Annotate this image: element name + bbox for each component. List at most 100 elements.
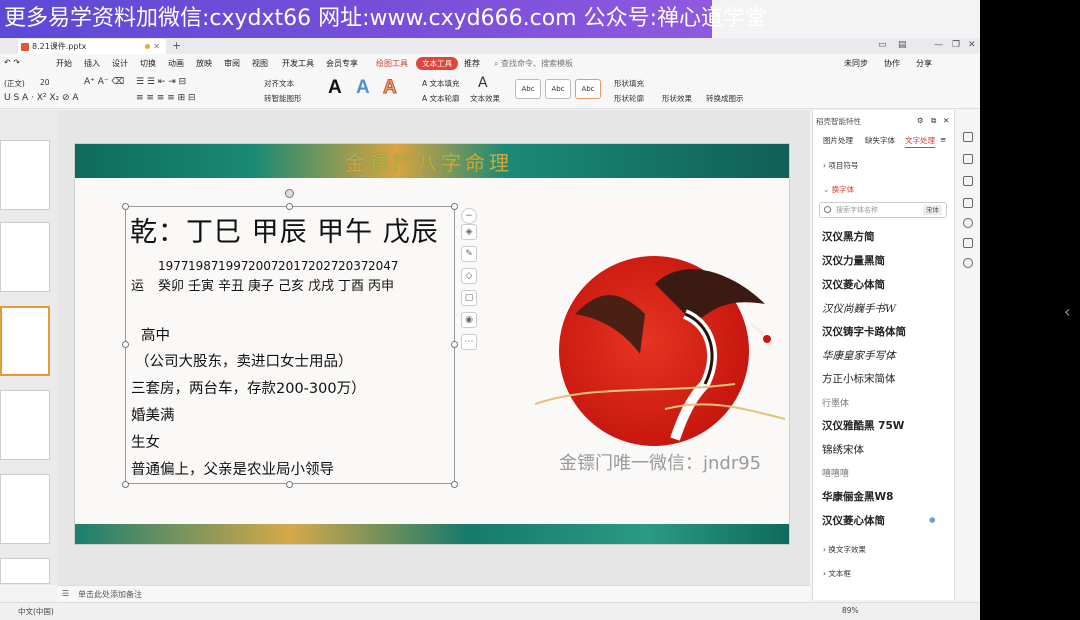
format-icons[interactable]: U S A · X² X₂ ⊘ A (4, 93, 79, 103)
rail-icon[interactable] (963, 198, 973, 208)
section-bullets[interactable]: › 项目符号 (823, 160, 858, 171)
rotate-handle-icon[interactable] (285, 189, 294, 198)
resize-handle[interactable] (122, 481, 129, 488)
minimize-button[interactable]: — (934, 38, 943, 53)
menu-member[interactable]: 会员专享 (326, 58, 358, 69)
font-option[interactable]: 汉仪力量黑简 (822, 253, 885, 268)
resize-handle[interactable] (122, 341, 129, 348)
close-tab-icon[interactable]: ✕ (153, 39, 160, 54)
section-change-font[interactable]: ⌄ 换字体 (823, 184, 854, 195)
layers-icon[interactable]: ◈ (461, 224, 477, 240)
help-icon[interactable] (963, 218, 973, 228)
font-option[interactable]: 汉仪菱心体简 (822, 513, 885, 528)
file-tab[interactable]: 8.21课件.pptx ✕ (18, 39, 166, 54)
border-icon[interactable]: ▢ (461, 290, 477, 306)
panel-close-icon[interactable]: ✕ (943, 116, 949, 125)
font-option[interactable]: 锦绣宋体 (822, 442, 864, 457)
font-option[interactable]: 汉仪雅酷黑 75W (822, 418, 904, 433)
slide-canvas[interactable]: 金镖門八字命理 乾：丁巳 甲辰 甲午 戊辰 197719871997200720… (74, 143, 790, 545)
menu-drawing-tools[interactable]: 绘图工具 (376, 58, 408, 69)
resize-handle[interactable] (286, 481, 293, 488)
font-option[interactable]: 汉仪铸字卡路体简 (822, 324, 906, 339)
share-button[interactable]: 分享 (916, 58, 932, 69)
resize-handle[interactable] (451, 481, 458, 488)
menu-review[interactable]: 审阅 (224, 58, 240, 69)
slide-thumb-3[interactable] (0, 306, 50, 376)
layout-icon[interactable]: ▭ (878, 38, 887, 53)
font-option[interactable]: 汉仪菱心体简 (822, 277, 885, 292)
menu-home[interactable]: 开始 (56, 58, 72, 69)
align-icons[interactable]: ≡ ≡ ≡ ≡ ⊞ ⊟ (136, 93, 196, 103)
resize-handle[interactable] (451, 203, 458, 210)
font-option[interactable]: 嘻嘻嘻 (822, 466, 849, 479)
align-text-button[interactable]: 对齐文本 (264, 78, 294, 89)
smartart-button[interactable]: 转智能图形 (264, 93, 302, 104)
fill-icon[interactable]: ◇ (461, 268, 477, 284)
text-style-orange[interactable]: A (383, 77, 398, 99)
text-style-blue[interactable]: A (356, 77, 370, 99)
location-icon[interactable] (963, 258, 973, 268)
slide-thumb-5[interactable] (0, 474, 50, 544)
notes-bar[interactable]: ☰ 单击此处添加备注 (58, 585, 810, 602)
shape-style-3[interactable]: Abc (575, 79, 601, 99)
shape-fill-button[interactable]: 形状填充 (614, 78, 644, 89)
shape-style-2[interactable]: Abc (545, 79, 571, 99)
tab-text[interactable]: 文字处理 (905, 135, 935, 148)
list-icons[interactable]: ☰ ☰ ⇤ ⇥ ⊟ (136, 77, 186, 87)
shape-effect-button[interactable]: 形状效果 (662, 93, 692, 104)
menu-transition[interactable]: 切换 (140, 58, 156, 69)
more-icon[interactable]: ⋯ (461, 334, 477, 350)
text-fill-button[interactable]: A 文本填充 (422, 78, 460, 89)
menu-view[interactable]: 视图 (252, 58, 268, 69)
pen-icon[interactable]: ✎ (461, 246, 477, 262)
shape-outline-button[interactable]: 形状轮廓 (614, 93, 644, 104)
slide-thumb-6[interactable] (0, 558, 50, 584)
close-button[interactable]: ✕ (968, 38, 976, 53)
menu-slideshow[interactable]: 放映 (196, 58, 212, 69)
pin-icon[interactable]: ⧉ (931, 116, 936, 126)
font-size-select[interactable]: 20 (40, 78, 50, 87)
font-option[interactable]: 行墨体 (822, 396, 849, 409)
tab-missing-font[interactable]: 缺失字体 (865, 135, 895, 146)
menu-text-tools[interactable]: 文本工具 (416, 57, 458, 70)
grow-font-icon[interactable]: A⁺ A⁻ ⌫ (84, 77, 124, 87)
resize-handle[interactable] (122, 203, 129, 210)
font-option[interactable]: 华康皇家手写体 (822, 348, 896, 363)
slide-thumb-2[interactable] (0, 222, 50, 292)
menu-developer[interactable]: 开发工具 (282, 58, 314, 69)
menu-insert[interactable]: 插入 (84, 58, 100, 69)
font-name-select[interactable]: (正文) (4, 78, 25, 89)
tab-image[interactable]: 图片处理 (823, 135, 853, 146)
grid-icon[interactable]: ▤ (898, 38, 907, 53)
section-text-effect[interactable]: › 换文字效果 (823, 544, 866, 555)
zoom-level[interactable]: 89% (842, 606, 859, 615)
text-style-black[interactable]: A (328, 77, 342, 99)
font-option[interactable]: 方正小标宋简体 (822, 371, 896, 386)
restore-button[interactable]: ❐ (952, 38, 960, 53)
rail-icon[interactable] (963, 238, 973, 248)
collapse-icon[interactable]: − (461, 208, 477, 224)
font-option[interactable]: 华康俪金黑W8 (822, 489, 893, 504)
rail-icon[interactable] (963, 176, 973, 186)
sync-status[interactable]: 未同步 (844, 58, 868, 69)
slide-thumb-4[interactable] (0, 390, 50, 460)
menu-animation[interactable]: 动画 (168, 58, 184, 69)
resize-handle[interactable] (286, 203, 293, 210)
slide-thumb-1[interactable] (0, 140, 50, 210)
new-tab-button[interactable]: + (172, 38, 181, 53)
rail-icon[interactable] (963, 132, 973, 142)
shape-style-1[interactable]: Abc (515, 79, 541, 99)
command-search[interactable]: ⌕ 查找命令、搜索模板 (494, 58, 573, 69)
section-textbox[interactable]: › 文本框 (823, 568, 851, 579)
font-search-input[interactable]: 搜索字体名称 宋体 (819, 202, 947, 218)
language-status[interactable]: 中文(中国) (18, 606, 54, 617)
tip-icon[interactable]: ◉ (461, 312, 477, 328)
download-font-icon[interactable]: ● (929, 515, 936, 524)
undo-icon[interactable]: ↶ ↷ (4, 58, 20, 67)
panel-menu-icon[interactable]: ≡ (940, 135, 946, 144)
text-outline-button[interactable]: A 文本轮廓 (422, 93, 460, 104)
text-effect-button[interactable]: 文本效果 (470, 93, 500, 104)
menu-design[interactable]: 设计 (112, 58, 128, 69)
menu-recommend[interactable]: 推荐 (464, 58, 480, 69)
settings-icon[interactable]: ⚙ (917, 116, 924, 125)
